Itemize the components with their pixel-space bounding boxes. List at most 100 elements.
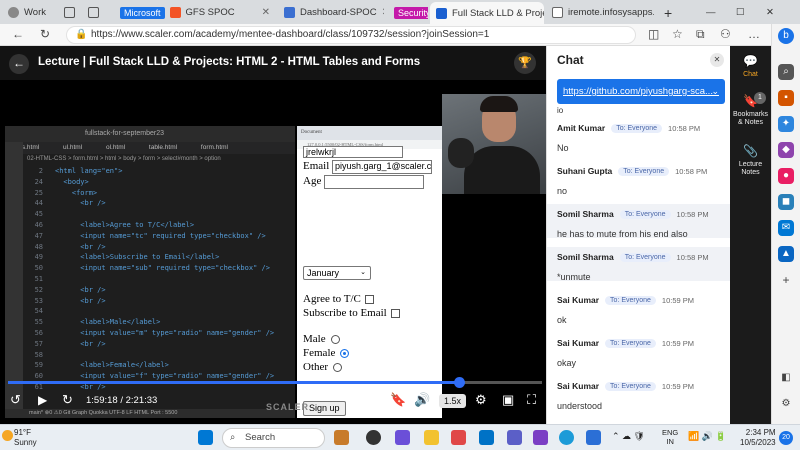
subscribe-row: Subscribe to Email xyxy=(303,307,400,319)
system-tray[interactable]: ⌃ ☁ 🛡 xyxy=(612,431,645,442)
tab-actions-button[interactable] xyxy=(82,3,108,22)
shopping-icon[interactable]: ▪ xyxy=(778,90,794,106)
back-arrow-icon[interactable]: ← xyxy=(9,54,29,74)
code-line: 59 <label>Female</label> xyxy=(25,360,295,371)
sender-name: Sai Kumar xyxy=(557,381,600,391)
chat-message: Somil Sharma To: Everyone 10:58 PM he has t… xyxy=(557,208,727,239)
progress-fill xyxy=(8,381,459,384)
language-indicator[interactable]: ENG IN xyxy=(662,428,678,446)
office-icon[interactable]: ◼ xyxy=(778,194,794,210)
security-app-icon[interactable] xyxy=(586,430,601,445)
copilot-icon[interactable]: ● xyxy=(778,168,794,184)
settings-gear-icon[interactable]: ⚙ xyxy=(475,392,487,408)
tab-gfs-spoc[interactable]: GFS SPOC xyxy=(186,7,235,18)
minimize-button[interactable]: — xyxy=(700,3,720,22)
forward-10-icon[interactable]: ↻ xyxy=(62,392,73,408)
line-number: 49 xyxy=(34,253,43,262)
editor-breadcrumb: 02-HTML-CSS > form.html > html > body > … xyxy=(27,156,221,162)
tab-dashboard-spoc[interactable]: Dashboard-SPOC ✕ xyxy=(278,3,384,22)
rail-lecture-notes-button[interactable]: 📎 Lecture Notes xyxy=(730,144,771,177)
refresh-icon[interactable]: ↻ xyxy=(40,27,50,41)
new-tab-button[interactable]: + xyxy=(658,3,676,22)
code-line: 25 <form> xyxy=(25,188,295,199)
notification-badge[interactable]: 20 xyxy=(779,431,793,445)
clock[interactable]: 2:34 PM 10/5/2023 xyxy=(740,428,776,448)
trophy-icon[interactable]: 🏆 xyxy=(514,52,536,74)
drop-icon[interactable]: ▲ xyxy=(778,246,794,262)
tab-group-microsoft[interactable]: Microsoft GFS SPOC ✕ xyxy=(114,3,276,22)
games-icon[interactable]: ◆ xyxy=(778,142,794,158)
chat-message-header: Sai Kumar To: Everyone 10:59 PM xyxy=(557,337,727,349)
play-icon[interactable]: ▶ xyxy=(38,392,47,408)
age-label: Age xyxy=(303,175,322,187)
close-window-button[interactable]: ✕ xyxy=(760,3,780,22)
outlook-app-icon[interactable] xyxy=(479,430,494,445)
tab-iremote[interactable]: iremote.infosysapps.c ✕ xyxy=(546,3,654,22)
chevron-down-icon[interactable]: ⌄ xyxy=(711,79,719,104)
more-menu-icon[interactable]: … xyxy=(748,27,760,41)
collections-icon[interactable]: ⧉ xyxy=(696,27,705,42)
playback-speed-button[interactable]: 1.5x xyxy=(439,394,466,408)
lecture-title: Lecture | Full Stack LLD & Projects: HTM… xyxy=(38,56,421,68)
search-icon[interactable]: ⌕ xyxy=(778,64,794,80)
back-icon[interactable]: ← xyxy=(12,27,24,41)
pinned-link[interactable]: https://github.com/piyushgarg-sca... ⌄ xyxy=(557,79,725,104)
mail-app-icon[interactable] xyxy=(451,430,466,445)
line-number: 52 xyxy=(34,285,43,294)
split-screen-icon[interactable]: ◫ xyxy=(648,27,659,41)
preview-tab: Document xyxy=(297,126,442,140)
bing-icon[interactable]: b xyxy=(778,28,794,44)
code-line: 57 <br /> xyxy=(25,339,295,350)
sidebar-toggle-icon[interactable]: ◧ xyxy=(778,370,794,386)
restore-button[interactable]: ☐ xyxy=(730,3,750,22)
settings-gear-icon[interactable]: ⚙ xyxy=(778,396,794,412)
video-progress-bar[interactable] xyxy=(8,377,542,388)
line-code: <label>Agree to T/C</label> xyxy=(55,220,195,229)
close-tab-icon[interactable]: ✕ xyxy=(262,7,270,18)
scaler-watermark: SCALER xyxy=(266,402,310,412)
chat-message: Amit Kumar To: Everyone 10:58 PM No xyxy=(557,122,727,153)
tab-group-security[interactable]: Security xyxy=(388,3,428,22)
teams-meet-icon[interactable] xyxy=(395,430,410,445)
profile-button[interactable]: Work xyxy=(2,3,54,22)
form-preview-window: Document 127.0.0.1:5500/02-HTML-CSS/form… xyxy=(297,126,442,418)
document-favicon xyxy=(552,7,563,18)
email-label: Email xyxy=(303,160,330,172)
weather-widget[interactable]: 91°F Sunny xyxy=(14,428,37,448)
tab-scaler-lecture[interactable]: Full Stack LLD & Proje ✕ xyxy=(430,2,544,24)
teams-app-icon[interactable] xyxy=(507,430,522,445)
lock-icon: 🔒 xyxy=(75,29,88,40)
rewind-10-icon[interactable]: ↺ xyxy=(10,392,21,408)
close-icon[interactable]: ✕ xyxy=(710,53,724,67)
widgets-app-icon[interactable] xyxy=(334,430,349,445)
fullscreen-icon[interactable]: ⛶ xyxy=(527,392,536,408)
start-button[interactable] xyxy=(198,430,213,445)
code-line: 2 <html lang="en"> xyxy=(25,166,295,177)
rail-bookmarks-button[interactable]: 🔖 1 Bookmarks & Notes xyxy=(730,92,771,127)
network-volume-icons[interactable]: 📶 🔊 🔋 xyxy=(688,431,727,442)
video-player[interactable]: ← Lecture | Full Stack LLD & Projects: H… xyxy=(0,46,546,424)
task-view-icon[interactable] xyxy=(366,430,381,445)
code-line: 55 <label>Male</label> xyxy=(25,317,295,328)
workspaces-button[interactable] xyxy=(58,3,78,22)
bookmark-icon[interactable]: 🔖 xyxy=(390,392,406,408)
volume-icon[interactable]: 🔊 xyxy=(414,392,430,408)
progress-handle[interactable] xyxy=(453,377,465,388)
outlook-icon[interactable]: ✉ xyxy=(778,220,794,236)
rail-chat-button[interactable]: 💬 Chat xyxy=(730,54,771,79)
picture-in-picture-icon[interactable]: ▣ xyxy=(502,392,514,408)
edge-app-icon[interactable] xyxy=(559,430,574,445)
file-explorer-icon[interactable] xyxy=(424,430,439,445)
visual-studio-icon[interactable] xyxy=(533,430,548,445)
taskbar-search[interactable]: ⌕ Search xyxy=(222,428,325,448)
close-tab-icon[interactable]: ✕ xyxy=(382,7,384,18)
favorites-icon[interactable]: ☆ xyxy=(672,27,683,41)
add-icon[interactable]: + xyxy=(778,272,794,288)
code-line: 45 xyxy=(25,209,295,220)
profile-sync-icon[interactable]: ⚇ xyxy=(720,27,731,41)
line-code: <input value="f" type="radio" name="gend… xyxy=(55,372,275,381)
address-input[interactable]: 🔒 https://www.scaler.com/academy/mentee-… xyxy=(66,26,636,44)
sender-name: Somil Sharma xyxy=(557,252,614,262)
tools-icon[interactable]: ✦ xyxy=(778,116,794,132)
line-code: <br /> xyxy=(55,199,106,208)
